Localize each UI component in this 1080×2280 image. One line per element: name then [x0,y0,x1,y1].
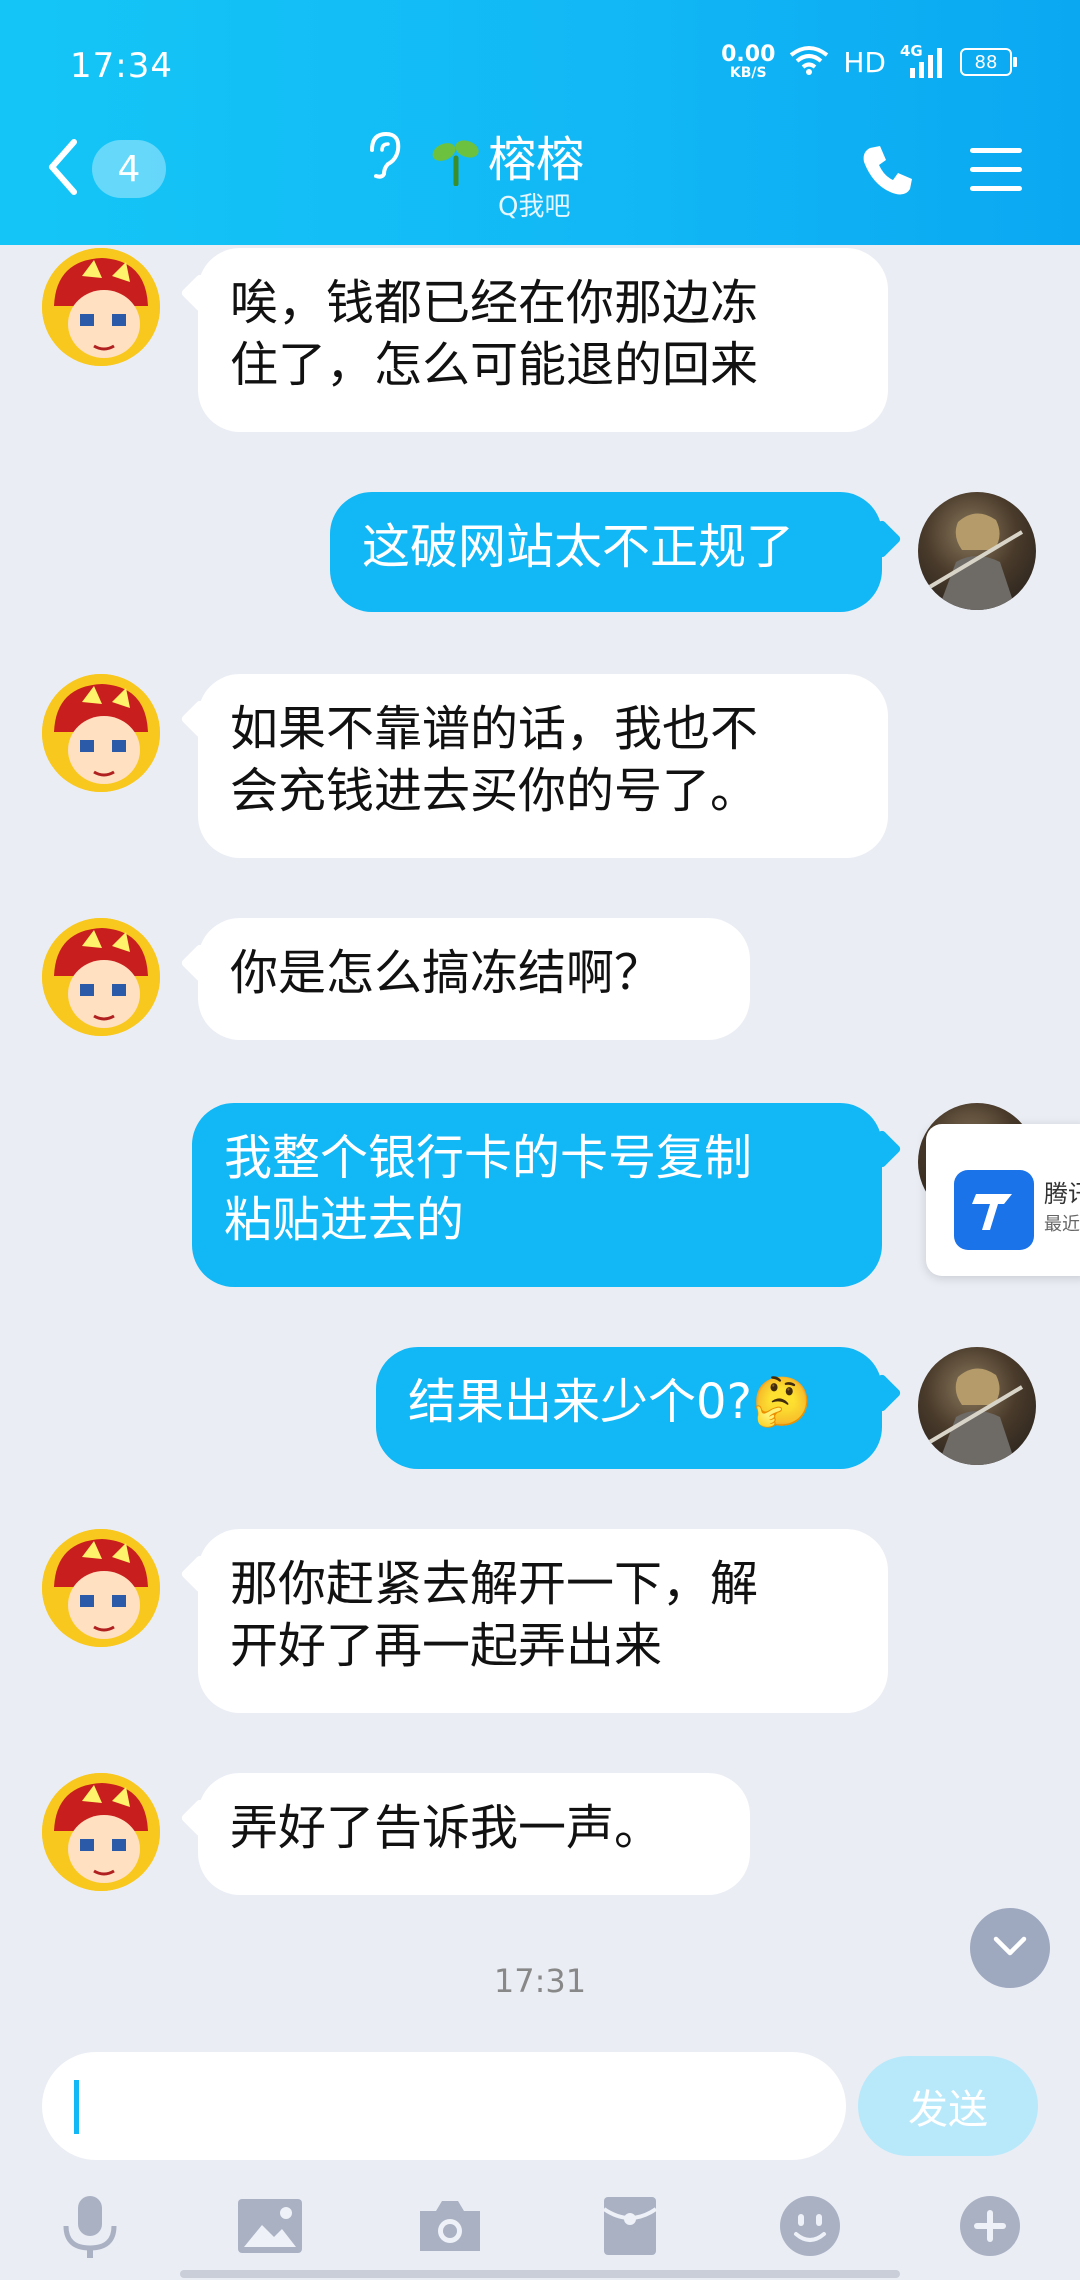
menu-icon[interactable] [968,146,1024,198]
back-button[interactable]: 4 [46,138,166,200]
sprout-icon [432,134,480,190]
contact-avatar[interactable] [42,1529,160,1647]
red-packet-icon[interactable] [594,2190,666,2262]
net-speed-unit: KB/S [729,65,767,81]
signal-icon: 4G [900,42,946,78]
emoji-icon[interactable] [774,2190,846,2262]
ear-icon[interactable] [360,130,404,184]
chevron-down-icon [992,1935,1028,1961]
wifi-icon [789,45,829,79]
message-bubble-incoming[interactable]: 你是怎么搞冻结啊？ [198,918,750,1040]
floating-card-subtitle: 最近 [1044,1214,1080,1235]
message-bubble-incoming[interactable]: 唉，钱都已经在你那边冻 住了，怎么可能退的回来 [198,248,888,432]
floating-card-title: 腾讯 [1044,1180,1080,1208]
image-icon[interactable] [234,2190,306,2262]
status-icons: 0.00 KB/S HD 4G 88 [721,42,1017,81]
text-cursor [74,2080,79,2134]
message-input[interactable] [86,2068,830,2146]
plus-icon[interactable] [954,2190,1026,2262]
message-bubble-incoming[interactable]: 那你赶紧去解开一下，解 开好了再一起弄出来 [198,1529,888,1713]
chevron-left-icon [46,138,80,200]
battery-level: 88 [974,51,998,73]
message-bubble-incoming[interactable]: 弄好了告诉我一声。 [198,1773,750,1895]
hd-indicator: HD [843,45,886,79]
contact-avatar[interactable] [42,674,160,792]
message-bubble-outgoing[interactable]: 这破网站太不正规了 [330,492,882,612]
input-toolbar [0,2180,1080,2280]
floating-app-card[interactable]: 腾讯 最近 [926,1124,1080,1276]
message-input-container[interactable] [42,2052,846,2160]
home-indicator [180,2270,900,2278]
contact-name: 榕榕 [488,132,585,188]
my-avatar[interactable] [918,492,1036,610]
unread-count-badge: 4 [92,140,166,198]
send-button[interactable]: 发送 [858,2056,1038,2156]
contact-avatar[interactable] [42,918,160,1036]
message-bubble-incoming[interactable]: 如果不靠谱的话，我也不 会充钱进去买你的号了。 [198,674,888,858]
chat-area[interactable]: 唉，钱都已经在你那边冻 住了，怎么可能退的回来 这破网站太不正规了 如果不靠谱的… [0,245,1080,2045]
microphone-icon[interactable] [54,2190,126,2262]
phone-icon[interactable] [860,142,916,202]
app-logo-icon [954,1170,1034,1250]
battery-icon: 88 [960,48,1017,76]
my-avatar[interactable] [918,1347,1036,1465]
contact-avatar[interactable] [42,248,160,366]
camera-icon[interactable] [414,2190,486,2262]
net-speed-value: 0.00 [721,42,776,67]
contact-avatar[interactable] [42,1773,160,1891]
network-speed: 0.00 KB/S [721,42,776,81]
contact-status: Q我吧 [498,192,571,222]
chat-header: 17:34 0.00 KB/S HD 4G 88 4 榕榕 Q我吧 [0,0,1080,245]
scroll-to-bottom-button[interactable] [970,1908,1050,1988]
message-timestamp: 17:31 [493,1962,587,2000]
status-time: 17:34 [70,46,173,86]
message-bubble-outgoing[interactable]: 结果出来少个0?🤔 [376,1347,882,1469]
message-bubble-outgoing[interactable]: 我整个银行卡的卡号复制 粘贴进去的 [192,1103,882,1287]
